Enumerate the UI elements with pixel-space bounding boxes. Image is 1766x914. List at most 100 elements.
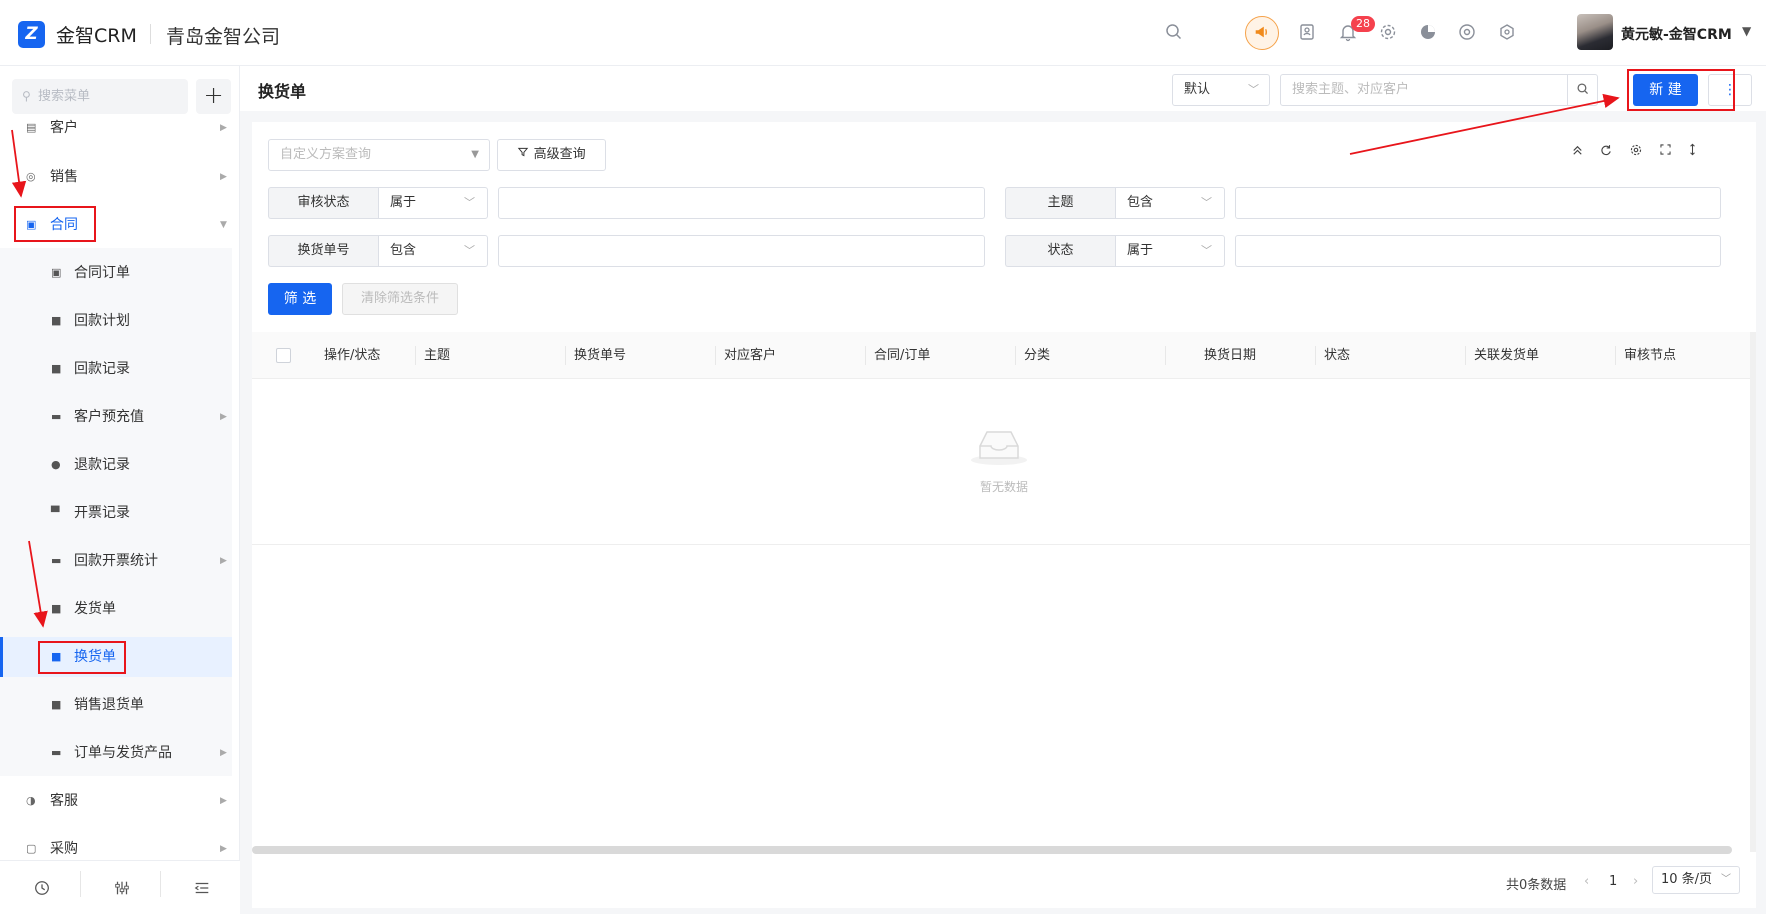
page-size-select[interactable]: 10 条/页 ﹀	[1652, 866, 1740, 894]
main-panel: 自定义方案查询 ▼ 高级查询 审核状态 属于 ﹀ 主题 包含 ﹀ 换货单号 包含…	[252, 122, 1756, 908]
user-name[interactable]: 黄元敏-金智CRM	[1621, 24, 1732, 44]
sidebar-subitem-label: 回款开票统计	[74, 553, 158, 569]
advanced-search-button[interactable]: 高级查询	[497, 139, 606, 171]
refresh-icon[interactable]	[1597, 143, 1615, 161]
column-header[interactable]: 对应客户	[724, 332, 776, 379]
column-divider[interactable]	[1165, 346, 1166, 365]
sidebar-subitem-label: 发货单	[74, 601, 116, 617]
filter-label-status: 状态	[1005, 235, 1115, 267]
column-divider[interactable]	[565, 346, 566, 365]
search-icon[interactable]	[1163, 22, 1185, 44]
column-header[interactable]: 主题	[424, 332, 450, 379]
briefcase-icon: ■	[51, 314, 62, 327]
caret-down-icon: ▼	[471, 149, 479, 160]
filter-op-status[interactable]: 属于 ﹀	[1115, 235, 1225, 267]
select-all-checkbox[interactable]	[276, 348, 291, 363]
pie-chart-icon[interactable]	[1417, 22, 1439, 44]
notification-badge: 28	[1351, 16, 1375, 32]
row-height-icon[interactable]	[1683, 143, 1701, 161]
sidebar-subitem-payment-invoice-stats[interactable]: ▬ 回款开票统计 ▶	[0, 541, 232, 581]
sidebar-subitem-refund-record[interactable]: ● 退款记录	[0, 445, 232, 485]
column-header[interactable]: 关联发货单	[1474, 332, 1539, 379]
gear-icon[interactable]	[1627, 143, 1645, 161]
collapse-menu-icon[interactable]	[192, 879, 212, 899]
view-select[interactable]: 默认 ﹀	[1172, 74, 1270, 106]
filter-op-subject[interactable]: 包含 ﹀	[1115, 187, 1225, 219]
filter-value-status[interactable]	[1235, 235, 1721, 267]
column-header[interactable]: 操作/状态	[324, 332, 380, 379]
filter-value-subject[interactable]	[1235, 187, 1721, 219]
column-header[interactable]: 合同/订单	[874, 332, 930, 379]
sidebar-item-service[interactable]: ◑ 客服 ▶	[0, 781, 232, 821]
caret-down-icon[interactable]: ▼	[1742, 24, 1751, 38]
page-number[interactable]: 1	[1609, 874, 1617, 889]
more-options-button[interactable]: ⋮	[1708, 74, 1752, 106]
avatar[interactable]	[1577, 14, 1613, 50]
sidebar-subitem-delivery-note[interactable]: ■ 发货单	[0, 589, 232, 629]
sidebar-item-sales[interactable]: ◎ 销售 ▶	[0, 157, 232, 197]
sidebar-subitem-sales-return[interactable]: ■ 销售退货单	[0, 685, 232, 725]
vertical-scrollbar[interactable]	[1750, 332, 1756, 852]
history-icon[interactable]	[32, 879, 52, 899]
filter-op-exchange-no[interactable]: 包含 ﹀	[378, 235, 488, 267]
next-page-icon[interactable]: ›	[1633, 874, 1638, 889]
sidebar-subitem-prepaid[interactable]: ▬ 客户预充值 ▶	[0, 397, 232, 437]
column-divider[interactable]	[715, 346, 716, 365]
collapse-up-icon[interactable]	[1568, 143, 1586, 161]
sidebar-item-purchase[interactable]: ▢ 采购 ▶	[0, 829, 232, 859]
sidebar-subitem-label: 退款记录	[74, 457, 130, 473]
gear-icon[interactable]	[1377, 22, 1399, 44]
record-search-input[interactable]: 搜索主题、对应客户	[1280, 74, 1598, 106]
scheme-select[interactable]: 自定义方案查询 ▼	[268, 139, 490, 171]
sidebar-subitem-payment-plan[interactable]: ■ 回款计划	[0, 301, 232, 341]
new-button[interactable]: 新 建	[1633, 74, 1698, 106]
column-header[interactable]: 换货日期	[1204, 332, 1256, 379]
column-divider[interactable]	[415, 346, 416, 365]
filter-op-review-status[interactable]: 属于 ﹀	[378, 187, 488, 219]
column-header[interactable]: 状态	[1324, 332, 1350, 379]
column-divider[interactable]	[1615, 346, 1616, 365]
cart-icon: ▢	[26, 842, 37, 855]
adjust-icon[interactable]	[112, 879, 132, 899]
horizontal-scrollbar[interactable]	[252, 846, 1732, 854]
sidebar-subitem-contract-order[interactable]: ▣ 合同订单	[0, 253, 232, 293]
column-divider[interactable]	[1465, 346, 1466, 365]
filter-button[interactable]: 筛 选	[268, 283, 332, 315]
browser-icon[interactable]	[1456, 22, 1478, 44]
sidebar-item-contract[interactable]: ▣ 合同 ▼	[0, 205, 232, 245]
filter-value-review-status[interactable]	[498, 187, 985, 219]
total-count: 共0条数据	[1506, 878, 1567, 893]
filter-op-value: 包含	[390, 243, 417, 258]
sidebar-subitem-order-products[interactable]: ▬ 订单与发货产品 ▶	[0, 733, 232, 773]
sidebar-subitem-label: 合同订单	[74, 265, 130, 281]
sidebar-item-customer[interactable]: ▤ 客户 ▶	[0, 108, 232, 148]
cube-icon[interactable]	[1496, 22, 1518, 44]
clear-filter-button[interactable]: 清除筛选条件	[342, 283, 458, 315]
record-search-placeholder: 搜索主题、对应客户	[1292, 82, 1410, 97]
sidebar-item-label: 合同	[50, 217, 78, 233]
chevron-down-icon: ﹀	[464, 244, 475, 257]
column-header[interactable]: 分类	[1024, 332, 1050, 379]
folder-icon: ▬	[51, 554, 62, 567]
contacts-icon[interactable]	[1296, 22, 1318, 44]
announcement-icon[interactable]	[1245, 16, 1279, 50]
prev-page-icon[interactable]: ‹	[1584, 874, 1589, 889]
column-divider[interactable]	[1315, 346, 1316, 365]
column-header[interactable]: 审核节点	[1624, 332, 1676, 379]
filter-label-exchange-no: 换货单号	[268, 235, 378, 267]
filter-icon	[517, 147, 533, 162]
sidebar-subitem-exchange-note[interactable]: ■ 换货单	[0, 637, 232, 677]
column-divider[interactable]	[865, 346, 866, 365]
filter-value-exchange-no[interactable]	[498, 235, 985, 267]
sidebar-subitem-payment-record[interactable]: ■ 回款记录	[0, 349, 232, 389]
app-name: 金智CRM	[56, 25, 137, 47]
page-title: 换货单	[258, 82, 307, 101]
sidebar-item-label: 客户	[50, 120, 78, 136]
column-header[interactable]: 换货单号	[574, 332, 626, 379]
sidebar-subitem-invoice-record[interactable]: ▀ 开票记录	[0, 493, 232, 533]
fullscreen-icon[interactable]	[1656, 143, 1674, 161]
column-divider[interactable]	[1015, 346, 1016, 365]
search-icon[interactable]	[1567, 74, 1598, 106]
sidebar-subitem-label: 开票记录	[74, 505, 130, 521]
active-indicator	[0, 637, 3, 677]
